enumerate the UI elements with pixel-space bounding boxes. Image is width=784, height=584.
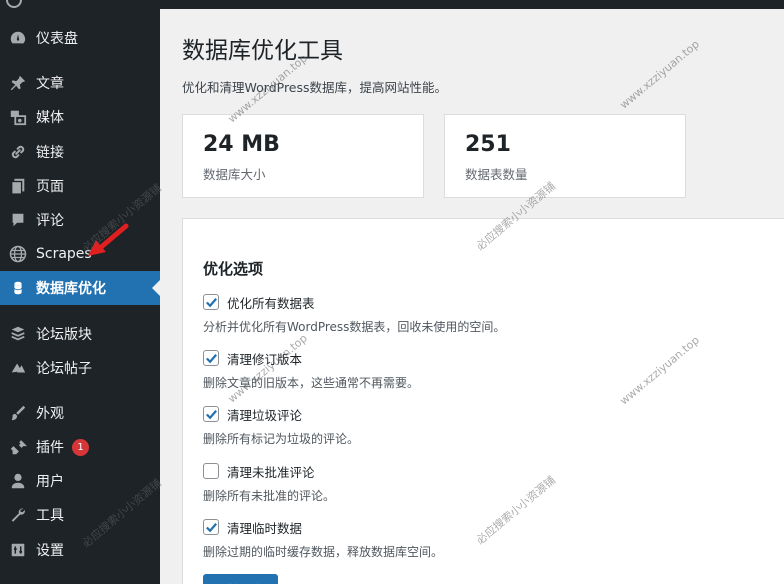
checkmark-icon	[205, 297, 217, 307]
checkmark-icon	[205, 522, 217, 532]
optimize-tables-checkbox[interactable]	[203, 294, 219, 310]
option-clean-transients: 清理临时数据 删除过期的临时缓存数据，释放数据库空间。	[203, 518, 443, 560]
sidebar-item-label: 论坛版块	[36, 327, 92, 343]
sidebar-item-label: 文章	[36, 76, 64, 92]
sidebar-item-pages[interactable]: 页面	[0, 169, 160, 203]
option-description: 分析并优化所有WordPress数据表，回收未使用的空间。	[203, 320, 506, 334]
sidebar-item-label: 链接	[36, 145, 64, 161]
database-icon	[8, 278, 28, 298]
stat-card-table-count: 251 数据表数量	[444, 114, 686, 198]
main-content: 数据库优化工具 优化和清理WordPress数据库，提高网站性能。 24 MB …	[160, 9, 784, 584]
admin-bar	[0, 0, 784, 9]
sidebar-item-label: 外观	[36, 406, 64, 422]
sidebar-item-db-optimize[interactable]: 数据库优化	[0, 271, 160, 305]
sidebar-item-label: 数据库优化	[36, 281, 106, 297]
sidebar-item-links[interactable]: 链接	[0, 135, 160, 169]
wordpress-logo-icon[interactable]	[6, 0, 22, 8]
start-optimize-button[interactable]: 开始优化	[203, 574, 278, 584]
update-count-badge: 1	[72, 438, 89, 456]
sidebar-item-label: Scrapes	[36, 246, 92, 262]
option-label: 清理未批准评论	[227, 464, 315, 480]
option-label: 清理修订版本	[227, 351, 303, 367]
sidebar-item-comments[interactable]: 评论	[0, 203, 160, 237]
checkmark-icon	[205, 353, 217, 363]
option-optimize-tables: 优化所有数据表 分析并优化所有WordPress数据表，回收未使用的空间。	[203, 293, 505, 335]
sidebar-item-label: 插件	[36, 440, 64, 456]
option-description: 删除所有未批准的评论。	[203, 489, 336, 503]
option-clean-spam: 清理垃圾评论 删除所有标记为垃圾的评论。	[203, 405, 359, 447]
option-clean-revisions: 清理修订版本 删除文章的旧版本，这些通常不再需要。	[203, 349, 419, 391]
stat-caption: 数据表数量	[465, 167, 528, 182]
user-icon	[8, 471, 28, 491]
sidebar-item-label: 设置	[36, 543, 64, 559]
sidebar-item-label: 论坛帖子	[36, 361, 92, 377]
panel-title: 优化选项	[203, 260, 264, 278]
dashboard-icon	[8, 28, 28, 48]
clean-revisions-checkbox[interactable]	[203, 350, 219, 366]
optimize-options-panel: 优化选项 优化所有数据表 分析并优化所有WordPress数据表，回收未使用的空…	[182, 218, 784, 584]
stat-caption: 数据库大小	[203, 167, 266, 182]
brush-icon	[8, 403, 28, 423]
checkmark-icon	[205, 409, 217, 419]
sidebar-item-label: 评论	[36, 213, 64, 229]
forum-icon	[8, 324, 28, 344]
option-label: 清理垃圾评论	[227, 407, 303, 423]
sidebar-item-label: 媒体	[36, 110, 64, 126]
plugin-icon	[8, 437, 28, 457]
pin-icon	[8, 73, 28, 93]
option-label: 优化所有数据表	[227, 295, 315, 311]
sidebar-item-users[interactable]: 用户	[0, 464, 160, 498]
option-description: 删除过期的临时缓存数据，释放数据库空间。	[203, 545, 444, 559]
clean-transients-checkbox[interactable]	[203, 519, 219, 535]
link-icon	[8, 142, 28, 162]
option-label: 清理临时数据	[227, 520, 303, 536]
topics-icon	[8, 358, 28, 378]
option-clean-unapproved: 清理未批准评论 删除所有未批准的评论。	[203, 462, 335, 504]
admin-sidebar: 仪表盘 文章 媒体 链接 页面 评论 Scrapes 数据库优化 论坛版块 论坛…	[0, 9, 160, 584]
page-icon	[8, 176, 28, 196]
sidebar-item-media[interactable]: 媒体	[0, 100, 160, 134]
option-description: 删除文章的旧版本，这些通常不再需要。	[203, 376, 420, 390]
sidebar-item-label: 页面	[36, 179, 64, 195]
clean-unapproved-checkbox[interactable]	[203, 463, 219, 479]
sidebar-item-forums[interactable]: 论坛版块	[0, 317, 160, 351]
settings-icon	[8, 540, 28, 560]
media-icon	[8, 107, 28, 127]
stat-value: 24 MB	[203, 132, 280, 157]
option-description: 删除所有标记为垃圾的评论。	[203, 432, 360, 446]
page-description: 优化和清理WordPress数据库，提高网站性能。	[182, 80, 448, 95]
stat-value: 251	[465, 132, 511, 157]
sidebar-item-scrapes[interactable]: Scrapes	[0, 237, 160, 271]
sidebar-item-dashboard[interactable]: 仪表盘	[0, 21, 160, 55]
sidebar-item-label: 用户	[36, 474, 64, 490]
sidebar-item-plugins[interactable]: 插件 1	[0, 430, 160, 464]
sidebar-item-posts[interactable]: 文章	[0, 66, 160, 100]
clean-spam-checkbox[interactable]	[203, 406, 219, 422]
sidebar-item-appearance[interactable]: 外观	[0, 396, 160, 430]
sidebar-item-label: 工具	[36, 508, 64, 524]
sidebar-item-tools[interactable]: 工具	[0, 498, 160, 532]
sidebar-item-settings[interactable]: 设置	[0, 533, 160, 567]
globe-icon	[8, 244, 28, 264]
sidebar-item-label: 仪表盘	[36, 31, 78, 47]
comment-icon	[8, 210, 28, 230]
wrench-icon	[8, 505, 28, 525]
page-title: 数据库优化工具	[182, 38, 343, 64]
stat-card-db-size: 24 MB 数据库大小	[182, 114, 424, 198]
sidebar-item-topics[interactable]: 论坛帖子	[0, 351, 160, 385]
